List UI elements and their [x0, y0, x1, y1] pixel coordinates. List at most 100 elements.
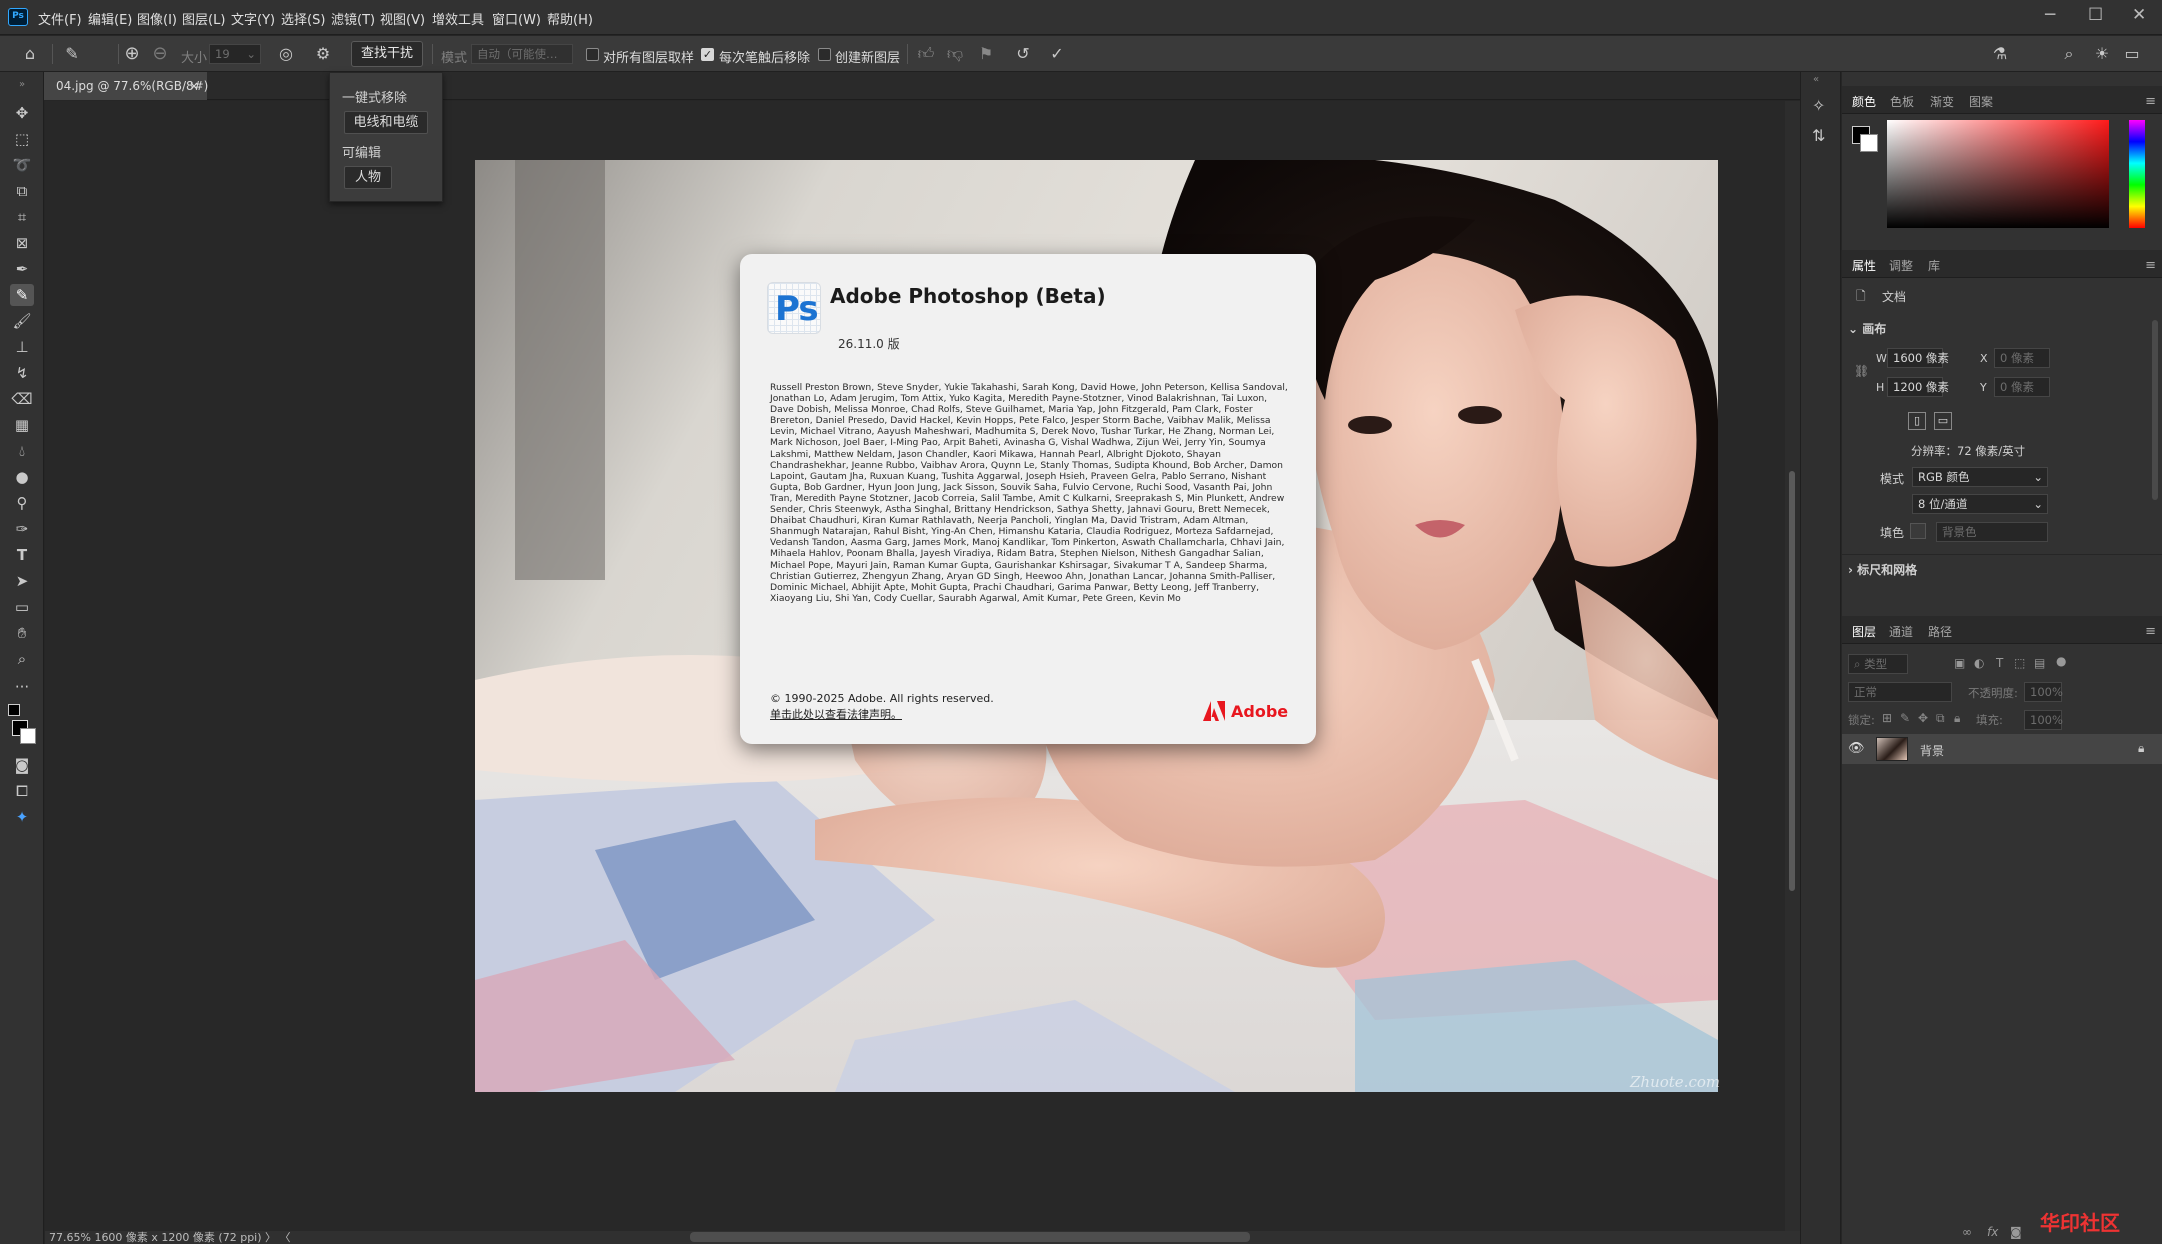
layer-filter-select[interactable]: ⌕ 类型 [1848, 654, 1908, 674]
lock-pixels-icon[interactable]: ✎ [1900, 711, 1910, 725]
menu-type[interactable]: 文字(Y) [231, 9, 275, 28]
blend-mode-select[interactable]: 正常 [1848, 682, 1952, 702]
canvas-section-toggle[interactable]: ⌄ 画布 [1848, 320, 1886, 337]
workspace-icon[interactable]: ▭ [2120, 42, 2144, 66]
height-input[interactable]: 1200 像素 [1887, 377, 1949, 397]
lock-all-icon[interactable]: 🔒︎ [1954, 711, 1960, 726]
collapse-icon[interactable]: « [1813, 74, 1819, 85]
history-brush-icon[interactable]: ↯ [10, 362, 34, 384]
filter-smart-icon[interactable]: ▤ [2034, 656, 2045, 670]
thumbs-down-icon[interactable]: 👎︎ [943, 42, 967, 66]
quick-mask-icon[interactable]: ◙ [10, 754, 34, 776]
sample-all-layers-checkbox[interactable] [586, 48, 599, 61]
sponge-tool-icon[interactable]: ⚲ [10, 492, 34, 514]
gradient-tool-icon[interactable]: ▦ [10, 414, 34, 436]
move-tool-icon[interactable]: ✥ [10, 102, 34, 124]
search-icon[interactable]: ⌕ [2057, 42, 2081, 66]
tab-channels[interactable]: 通道 [1889, 623, 1913, 640]
filter-shape-icon[interactable]: ⬚ [2014, 656, 2025, 670]
size-input[interactable]: 19 ⌄ [209, 44, 261, 64]
scroll-thumb[interactable] [1789, 471, 1795, 891]
panel-menu-icon[interactable]: ≡ [2145, 624, 2156, 639]
menu-file[interactable]: 文件(F) [38, 9, 82, 28]
close-icon[interactable]: ✕ [2132, 5, 2146, 25]
generative-panel-icon[interactable]: ✧ [1812, 96, 1825, 115]
eye-icon[interactable]: 👁︎ [1848, 741, 1865, 756]
maximize-icon[interactable]: ☐ [2088, 5, 2103, 25]
filter-type-icon[interactable]: T [1996, 656, 2003, 670]
crop-tool-icon[interactable]: ⌗ [10, 206, 34, 228]
object-select-tool-icon[interactable]: ⧉ [10, 180, 34, 202]
fill-swatch[interactable] [1910, 523, 1926, 539]
menu-image[interactable]: 图像(I) [137, 9, 177, 28]
opacity-input[interactable]: 100% [2024, 682, 2063, 702]
dodge-tool-icon[interactable]: ● [10, 466, 34, 488]
light-bulb-icon[interactable]: ☀ [2090, 42, 2114, 66]
about-dialog[interactable]: Ps Adobe Photoshop (Beta) 26.11.0 版 Russ… [740, 254, 1316, 744]
link-layers-icon[interactable]: ∞ [1962, 1225, 1972, 1239]
color-picker-field[interactable] [1887, 120, 2109, 228]
thumbs-up-icon[interactable]: 👍︎ [914, 42, 938, 66]
tab-color[interactable]: 颜色 [1852, 93, 1876, 110]
lock-position-icon[interactable]: ✥ [1918, 711, 1928, 725]
document-tab[interactable]: 04.jpg @ 77.6%(RGB/8#) × [44, 72, 208, 100]
zoom-tool-icon[interactable]: ⌕ [10, 648, 34, 670]
rectangle-tool-icon[interactable]: ▭ [10, 596, 34, 618]
background-color-swatch[interactable] [1860, 134, 1878, 152]
link-icon[interactable]: ⛓ [1854, 364, 1869, 378]
filter-pixel-icon[interactable]: ▣ [1954, 656, 1965, 670]
adjust-panel-icon[interactable]: ⇅ [1812, 126, 1825, 145]
marquee-tool-icon[interactable]: ⬚ [10, 128, 34, 150]
wires-cables-button[interactable]: 电线和电缆 [344, 111, 428, 134]
new-layer-checkbox[interactable] [818, 48, 831, 61]
tab-close-icon[interactable]: × [189, 72, 199, 100]
layer-name[interactable]: 背景 [1920, 742, 1944, 759]
stamp-tool-icon[interactable]: ⊥ [10, 336, 34, 358]
eraser-tool-icon[interactable]: ⌫ [10, 388, 34, 410]
blur-tool-icon[interactable]: 💧︎ [10, 440, 34, 462]
width-input[interactable]: 1600 像素 [1887, 348, 1949, 368]
filter-toggle-icon[interactable]: ● [2056, 654, 2066, 668]
fill-select[interactable]: 背景色 [1936, 522, 2048, 542]
tab-gradients[interactable]: 渐变 [1930, 93, 1954, 110]
people-button[interactable]: 人物 [344, 166, 392, 189]
generative-icon[interactable]: ✦ [10, 806, 34, 828]
photoshop-app-icon[interactable]: Ps [8, 8, 28, 26]
menu-plugins[interactable]: 增效工具 [432, 9, 484, 28]
undo-icon[interactable]: ↺ [1011, 42, 1035, 66]
menu-window[interactable]: 窗口(W) [492, 9, 541, 28]
mode-select[interactable]: 自动（可能使… [471, 44, 573, 64]
background-color-swatch[interactable] [20, 728, 36, 744]
screen-mode-icon[interactable]: ⧠ [10, 780, 34, 802]
home-icon[interactable]: ⌂ [18, 42, 42, 66]
remove-tool-icon[interactable]: ✎ [60, 42, 84, 66]
lock-artboard-icon[interactable]: ⧉ [1936, 711, 1945, 726]
default-colors-icon[interactable] [8, 704, 20, 716]
tab-layers[interactable]: 图层 [1852, 623, 1876, 640]
add-brush-icon[interactable]: ⊕ [120, 42, 144, 66]
remove-after-stroke-checkbox[interactable]: ✓ [701, 48, 714, 61]
tab-swatches[interactable]: 色板 [1890, 93, 1914, 110]
layer-row[interactable]: 👁︎ 背景 🔒︎ [1842, 734, 2162, 764]
y-input[interactable]: 0 像素 [1994, 377, 2050, 397]
lasso-tool-icon[interactable]: ➰ [10, 154, 34, 176]
tab-libraries[interactable]: 库 [1928, 257, 1940, 274]
properties-scrollbar[interactable] [2152, 320, 2158, 500]
filter-adjust-icon[interactable]: ◐ [1974, 656, 1984, 670]
flask-icon[interactable]: ⚗ [1988, 42, 2012, 66]
menu-edit[interactable]: 编辑(E) [88, 9, 132, 28]
fx-icon[interactable]: fx [1987, 1225, 1998, 1239]
frame-tool-icon[interactable]: ⊠ [10, 232, 34, 254]
menu-filter[interactable]: 滤镜(T) [331, 9, 375, 28]
find-distractions-button[interactable]: 查找干扰 [351, 41, 423, 67]
pen-tool-icon[interactable]: ✑ [10, 518, 34, 540]
color-mode-select[interactable]: RGB 颜色 ⌄ [1912, 467, 2048, 487]
pressure-size-icon[interactable]: ◎ [274, 42, 298, 66]
path-select-tool-icon[interactable]: ➤ [10, 570, 34, 592]
fill-input[interactable]: 100% [2024, 710, 2063, 730]
x-input[interactable]: 0 像素 [1994, 348, 2050, 368]
tab-adjustments[interactable]: 调整 [1889, 257, 1913, 274]
horizontal-scroll-thumb[interactable] [690, 1232, 1250, 1242]
landscape-orientation-icon[interactable]: ▭ [1934, 412, 1952, 430]
lock-transparent-icon[interactable]: ⊞ [1882, 711, 1892, 725]
